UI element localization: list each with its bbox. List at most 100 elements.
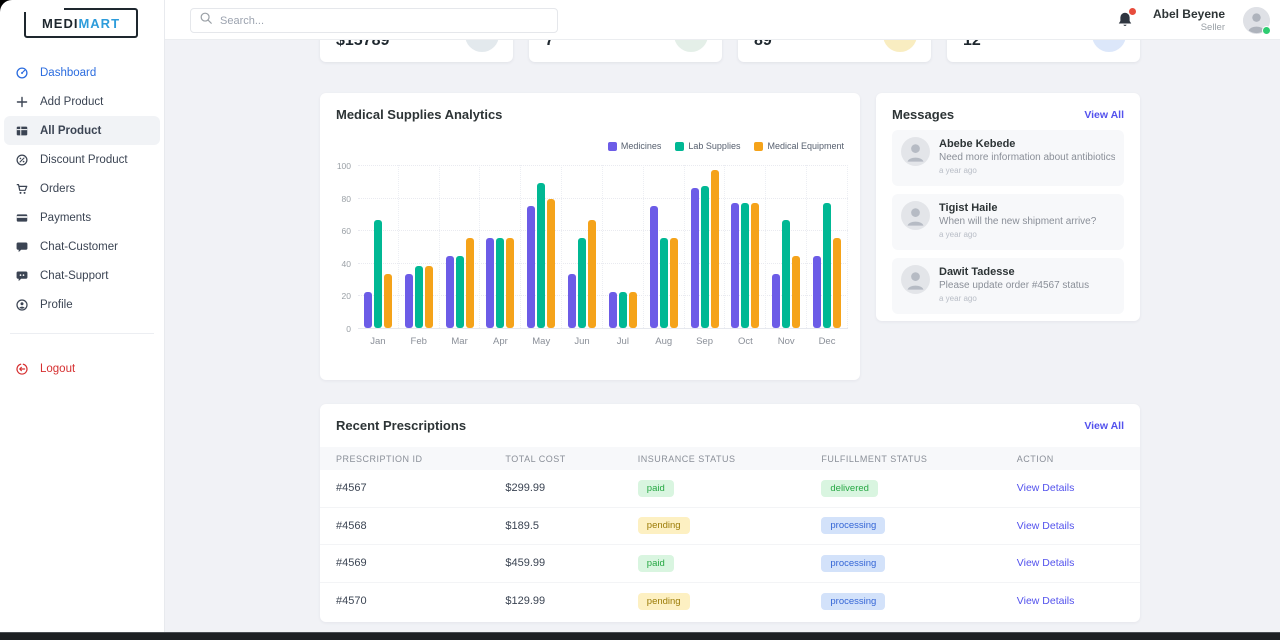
sidebar-item-all-product[interactable]: All Product — [4, 116, 160, 145]
messages-card: Messages View All Abebe KebedeNeed more … — [876, 93, 1140, 321]
x-axis-label: Apr — [480, 336, 520, 347]
insurance-status-badge: paid — [638, 480, 674, 497]
x-axis-label: May — [521, 336, 561, 347]
sidebar-item-discount-product[interactable]: Discount Product — [4, 145, 160, 174]
insurance-status-badge: paid — [638, 555, 674, 572]
bar-group-sep: Sep — [684, 165, 725, 328]
main-content: $1578978912 Medical Supplies Analytics M… — [165, 0, 1280, 632]
sidebar-item-logout[interactable]: Logout — [4, 354, 160, 383]
search-box[interactable] — [190, 8, 558, 33]
message-time: a year ago — [939, 230, 1096, 239]
message-sender: Abebe Kebede — [939, 138, 1115, 150]
legend-label: Medicines — [621, 141, 662, 151]
total-cost-cell: $129.99 — [505, 595, 637, 607]
x-axis-label: Jan — [358, 336, 398, 347]
message-body: Dawit TadessePlease update order #4567 s… — [939, 265, 1089, 307]
notification-bell-icon[interactable] — [1115, 10, 1135, 30]
sidebar-item-chat-customer[interactable]: Chat-Customer — [4, 232, 160, 261]
sidebar-item-label: Payments — [40, 212, 91, 224]
fulfillment-status-badge: processing — [821, 555, 885, 572]
bar-medical-equipment — [833, 238, 841, 328]
column-header: TOTAL COST — [505, 454, 637, 464]
sidebar-item-profile[interactable]: Profile — [4, 290, 160, 319]
logo[interactable]: MEDIMART — [24, 8, 138, 38]
bar-lab-supplies — [496, 238, 504, 328]
user-role: Seller — [1153, 22, 1225, 34]
sidebar-item-label: Chat-Support — [40, 270, 108, 282]
bar-medical-equipment — [506, 238, 514, 328]
prescription-id-cell: #4569 — [336, 557, 505, 569]
user-avatar[interactable] — [1243, 7, 1270, 34]
column-header: FULFILLMENT STATUS — [821, 454, 1016, 464]
y-axis-tick: 100 — [337, 161, 351, 171]
bar-medicines — [609, 292, 617, 328]
message-preview: Please update order #4567 status — [939, 280, 1089, 291]
notification-dot — [1129, 8, 1136, 15]
sidebar-item-label: Chat-Customer — [40, 241, 118, 253]
credit-card-icon — [14, 210, 29, 225]
message-body: Abebe KebedeNeed more information about … — [939, 137, 1115, 179]
bar-medicines — [527, 206, 535, 328]
column-header: ACTION — [1017, 454, 1124, 464]
bar-group-feb: Feb — [398, 165, 439, 328]
bar-medicines — [405, 274, 413, 328]
window-corner-artifact — [0, 0, 64, 12]
bar-medicines — [568, 274, 576, 328]
legend-swatch — [675, 142, 684, 151]
sidebar-item-payments[interactable]: Payments — [4, 203, 160, 232]
sidebar-item-label: Orders — [40, 183, 75, 195]
fulfillment-status-cell: processing — [821, 555, 1016, 572]
search-input[interactable] — [220, 15, 549, 27]
chat-icon — [14, 239, 29, 254]
bar-group-jun: Jun — [561, 165, 602, 328]
legend-item-medicines: Medicines — [608, 141, 662, 151]
bar-medicines — [650, 206, 658, 328]
column-header: PRESCRIPTION ID — [336, 454, 505, 464]
insurance-status-cell: pending — [638, 593, 822, 610]
message-body: Tigist HaileWhen will the new shipment a… — [939, 201, 1096, 243]
message-item[interactable]: Tigist HaileWhen will the new shipment a… — [892, 194, 1124, 250]
chat-dots-icon — [14, 268, 29, 283]
legend-label: Medical Equipment — [767, 141, 844, 151]
view-details-link[interactable]: View Details — [1017, 482, 1124, 494]
bar-lab-supplies — [619, 292, 627, 328]
x-axis-label: Sep — [685, 336, 725, 347]
topbar: Abel Beyene Seller — [165, 0, 1280, 40]
bar-group-jan: Jan — [358, 165, 398, 328]
user-info: Abel Beyene Seller — [1153, 7, 1225, 34]
window-bottom-bar — [0, 632, 1280, 640]
bar-lab-supplies — [741, 203, 749, 329]
legend-label: Lab Supplies — [688, 141, 740, 151]
sidebar-item-label: Add Product — [40, 96, 103, 108]
message-time: a year ago — [939, 166, 1115, 175]
y-axis-tick: 20 — [342, 291, 351, 301]
chart-title: Medical Supplies Analytics — [336, 107, 502, 122]
analytics-card: Medical Supplies Analytics Medicines Lab … — [320, 93, 860, 380]
message-item[interactable]: Dawit TadessePlease update order #4567 s… — [892, 258, 1124, 314]
table-row: #4569$459.99paidprocessingView Details — [320, 545, 1140, 583]
insurance-status-cell: pending — [638, 517, 822, 534]
bar-group-may: May — [520, 165, 561, 328]
message-item[interactable]: Abebe KebedeNeed more information about … — [892, 130, 1124, 186]
sidebar-item-dashboard[interactable]: Dashboard — [4, 58, 160, 87]
sidebar-item-add-product[interactable]: Add Product — [4, 87, 160, 116]
fulfillment-status-badge: processing — [821, 593, 885, 610]
cart-icon — [14, 181, 29, 196]
bar-medical-equipment — [751, 203, 759, 329]
sidebar-item-orders[interactable]: Orders — [4, 174, 160, 203]
sidebar-item-chat-support[interactable]: Chat-Support — [4, 261, 160, 290]
legend-item-medical-equipment: Medical Equipment — [754, 141, 844, 151]
bar-group-apr: Apr — [479, 165, 520, 328]
x-axis-label: Nov — [766, 336, 806, 347]
bar-medical-equipment — [425, 266, 433, 328]
bar-medicines — [772, 274, 780, 328]
sidebar-nav: Dashboard Add Product All ProductDiscount … — [0, 58, 164, 319]
view-details-link[interactable]: View Details — [1017, 557, 1124, 569]
bar-medical-equipment — [629, 292, 637, 328]
view-details-link[interactable]: View Details — [1017, 520, 1124, 532]
messages-view-all-link[interactable]: View All — [1084, 109, 1124, 121]
message-time: a year ago — [939, 294, 1089, 303]
x-axis-label: Feb — [399, 336, 439, 347]
prescriptions-view-all-link[interactable]: View All — [1084, 420, 1124, 432]
view-details-link[interactable]: View Details — [1017, 595, 1124, 607]
